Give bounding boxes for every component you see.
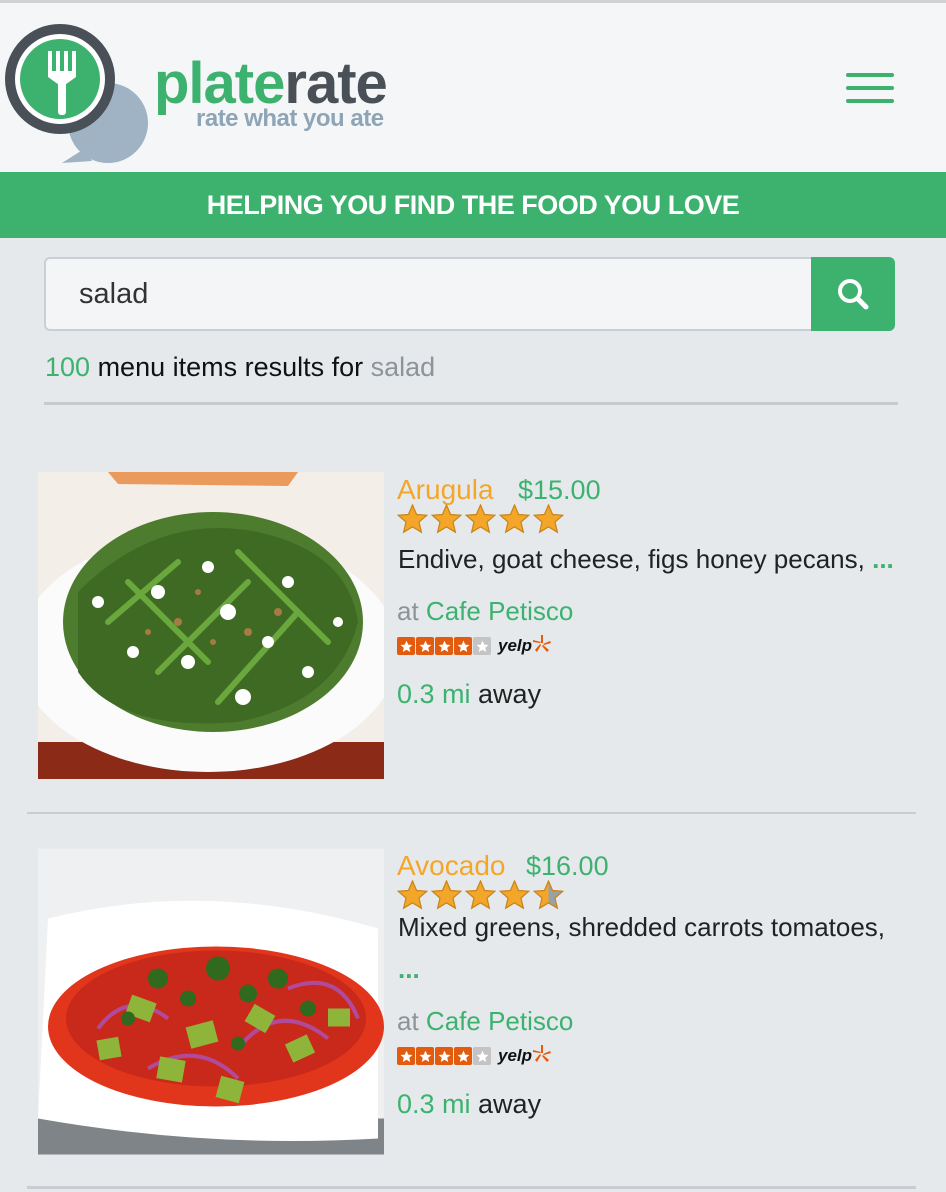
distance-label: away [470,679,542,709]
restaurant-link[interactable]: Cafe Petisco [426,596,573,626]
avocado-salad-photo[interactable] [38,848,384,1155]
yelp-star-icon [397,1047,415,1065]
tagline: rate what you ate [196,105,384,132]
promo-banner: HELPING YOU FIND THE FOOD YOU LOVE [0,172,946,238]
hamburger-menu-icon[interactable] [846,73,894,117]
restaurant-line: at Cafe Petisco [397,596,573,627]
search-input[interactable] [44,257,812,331]
distance-value: 0.3 mi [397,679,471,709]
yelp-logo: yelp [498,636,533,655]
distance-value: 0.3 mi [397,1089,471,1119]
results-term: salad [370,352,436,382]
star-icon [431,504,462,534]
results-count: 100 menu items results for salad [45,352,435,383]
yelp-star-icon [454,637,472,655]
yelp-star-icon [397,637,415,655]
description-text: Endive, goat cheese, figs honey pecans, [398,544,873,574]
item-price: $16.00 [526,851,609,881]
distance-label: away [470,1089,542,1119]
item-price: $15.00 [518,475,601,505]
header: platerate rate what you ate [0,0,946,172]
restaurant-line: at Cafe Petisco [397,1006,573,1037]
star-icon [397,504,428,534]
yelp-star-icon [473,637,491,655]
star-icon [533,504,564,534]
results-number: 100 [45,352,91,382]
more-link[interactable]: ... [872,544,894,574]
yelp-star-icon [435,1047,453,1065]
yelp-rating: yelp [397,634,552,658]
description-text: Mixed greens, shredded carrots tomatoes, [398,912,886,942]
yelp-burst-icon [532,1044,552,1069]
item-divider [27,1186,916,1189]
at-label: at [397,596,426,626]
distance: 0.3 mi away [397,1089,541,1120]
yelp-star-icon [416,637,434,655]
distance: 0.3 mi away [397,679,541,710]
yelp-rating: yelp [397,1044,552,1068]
results-label: menu items results for [90,352,371,382]
item-description: Endive, goat cheese, figs honey pecans, … [398,538,898,580]
yelp-star-icon [416,1047,434,1065]
item-description: Mixed greens, shredded carrots tomatoes,… [398,906,898,990]
plate-fork-logo-icon [5,24,148,163]
search-button[interactable] [811,257,895,331]
at-label: at [397,1006,426,1036]
star-icon [499,504,530,534]
restaurant-link[interactable]: Cafe Petisco [426,1006,573,1036]
search-icon [838,279,869,310]
yelp-star-icon [454,1047,472,1065]
arugula-salad-photo[interactable] [38,472,384,779]
yelp-star-icon [473,1047,491,1065]
divider [44,402,898,405]
item-name[interactable]: Arugula [397,474,494,506]
star-rating [397,504,564,534]
item-divider [27,812,916,814]
more-link[interactable]: ... [398,954,420,984]
item-name[interactable]: Avocado [397,850,505,882]
yelp-burst-icon [532,634,552,659]
yelp-star-icon [435,637,453,655]
star-icon [465,504,496,534]
yelp-logo: yelp [498,1046,533,1065]
